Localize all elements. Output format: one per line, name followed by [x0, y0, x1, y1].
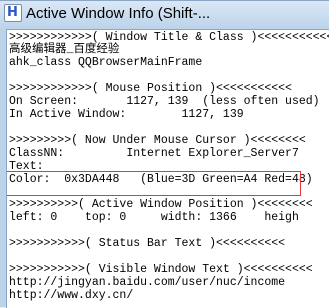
window-class-text: ahk_class QQBrowserMainFrame [9, 56, 203, 69]
window-title-text: 高级编辑器_百度经验 [9, 43, 120, 56]
header-active-window-position: >>>>>>>>>>( Active Window Position )<<<<… [9, 198, 313, 211]
autohotkey-icon: H [4, 4, 22, 22]
autohotkey-icon-glyph: H [7, 5, 18, 20]
header-visible-window-text: >>>>>>>>>>>( Visible Window Text )<<<<<<… [9, 263, 313, 276]
window-title: Active Window Info (Shift-... [26, 5, 211, 22]
active-window-info-window: H Active Window Info (Shift-... >>>>>>>>… [0, 0, 329, 308]
info-text-area[interactable]: >>>>>>>>>>>>( Window Title & Class )<<<<… [6, 29, 329, 308]
active-window-position: left: 0 top: 0 width: 1366 heigh [9, 211, 299, 224]
visible-text-url-1: http://jingyan.baidu.com/user/nuc/income [9, 276, 286, 289]
mouse-on-screen: On Screen: 1127, 139 (less often used) [9, 95, 320, 108]
header-mouse-position: >>>>>>>>>>>>( Mouse Position )<<<<<<<<<<… [9, 82, 292, 95]
control-classnn: ClassNN: Internet Explorer_Server7 [9, 147, 299, 160]
header-status-bar-text: >>>>>>>>>>>( Status Bar Text )<<<<<<<<<< [9, 237, 286, 250]
red-highlight-box [7, 171, 301, 196]
title-bar[interactable]: H Active Window Info (Shift-... [0, 1, 329, 29]
header-under-mouse-cursor: >>>>>>>>>( Now Under Mouse Cursor )<<<<<… [9, 134, 306, 147]
mouse-in-active-window: In Active Window: 1127, 139 [9, 108, 244, 121]
visible-text-url-2: http://www.dxy.cn/ [9, 289, 134, 302]
